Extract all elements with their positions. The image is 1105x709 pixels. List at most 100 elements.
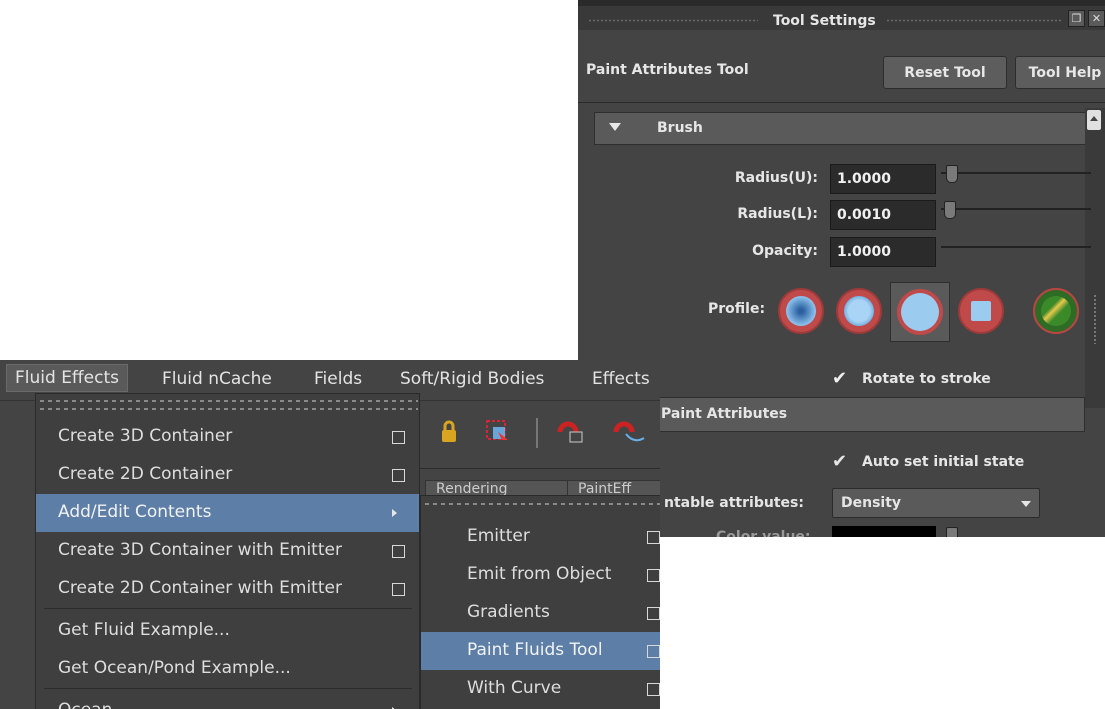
menu-item-get-ocean-pond-example[interactable]: Get Ocean/Pond Example... (36, 650, 419, 688)
menu-item-label: Emitter (467, 526, 530, 546)
option-box-icon[interactable] (647, 607, 660, 620)
reset-tool-button[interactable]: Reset Tool (883, 56, 1007, 89)
color-slider-thumb[interactable] (946, 527, 958, 537)
menu-soft-rigid-bodies[interactable]: Soft/Rigid Bodies (400, 369, 544, 389)
image-brush-icon (1041, 296, 1071, 326)
add-edit-contents-submenu: Emitter Emit from Object Gradients Paint… (420, 495, 660, 709)
radius-u-field[interactable]: 1.0000 (830, 164, 936, 194)
solid-brush-icon (901, 293, 939, 331)
brush-section-header[interactable]: Brush (594, 112, 1089, 145)
tearoff-line[interactable] (40, 400, 418, 402)
opacity-label: Opacity: (752, 243, 818, 259)
collapse-triangle-icon[interactable] (609, 123, 621, 131)
menu-item-label: Create 3D Container (58, 426, 233, 446)
auto-set-initial-state-label: Auto set initial state (862, 454, 1025, 470)
close-icon[interactable]: ✕ (1088, 10, 1105, 27)
profile-solid-button-selected[interactable] (890, 282, 950, 342)
brush-section-label: Brush (657, 120, 703, 136)
opacity-field[interactable]: 1.0000 (830, 237, 936, 267)
option-box-icon[interactable] (647, 531, 660, 544)
menu-item-create-3d-container-with-emitter[interactable]: Create 3D Container with Emitter (36, 532, 419, 570)
radius-l-field[interactable]: 0.0010 (830, 200, 936, 230)
radius-l-label: Radius(L): (737, 206, 818, 222)
radius-u-slider-thumb[interactable] (946, 165, 958, 183)
lock-icon[interactable] (436, 418, 462, 444)
menu-item-create-2d-container-with-emitter[interactable]: Create 2D Container with Emitter (36, 570, 419, 608)
menu-item-label: With Curve (467, 678, 562, 698)
menu-effects[interactable]: Effects (592, 369, 650, 389)
menu-separator (44, 608, 412, 609)
paintable-attributes-label: ntable attributes: (664, 495, 804, 511)
menu-item-label: Get Fluid Example... (58, 620, 230, 640)
tool-settings-title: Tool Settings (773, 13, 876, 29)
menu-item-label: Get Ocean/Pond Example... (58, 658, 291, 678)
titlebar-grip-right (886, 19, 1061, 22)
menu-item-label: Create 2D Container (58, 464, 233, 484)
submenu-item-emit-from-object[interactable]: Emit from Object (421, 556, 660, 594)
scroll-up-arrow-icon[interactable] (1087, 110, 1101, 130)
menu-item-label: Create 3D Container with Emitter (58, 540, 342, 560)
toolbar-separator (536, 418, 538, 448)
submenu-item-with-curve[interactable]: With Curve (421, 670, 660, 708)
profile-grip (1093, 294, 1097, 344)
soft-brush-icon (844, 296, 874, 326)
dropdown-arrow-icon (1021, 501, 1031, 507)
option-box-icon[interactable] (392, 431, 405, 444)
menu-item-create-2d-container[interactable]: Create 2D Container (36, 456, 419, 494)
color-swatch[interactable] (832, 526, 936, 537)
profile-image-button[interactable] (1033, 288, 1079, 334)
tool-settings-titlebar[interactable]: Tool Settings ❐ ✕ (578, 0, 1105, 30)
menu-item-create-3d-container[interactable]: Create 3D Container (36, 418, 419, 456)
color-value-label: Color value: (716, 529, 811, 537)
option-box-icon[interactable] (647, 645, 660, 658)
option-box-icon[interactable] (392, 469, 405, 482)
option-box-icon[interactable] (647, 569, 660, 582)
fluid-effects-menu-window: Fluid Effects Fluid nCache Fields Soft/R… (0, 360, 660, 709)
radius-l-slider[interactable] (941, 208, 1091, 210)
tool-name-label: Paint Attributes Tool (586, 62, 749, 78)
submenu-arrow-icon (392, 509, 397, 517)
option-box-icon[interactable] (392, 583, 405, 596)
paintable-attributes-dropdown[interactable]: Density (832, 488, 1040, 518)
menu-item-ocean[interactable]: Ocean (36, 692, 419, 709)
menu-fields[interactable]: Fields (314, 369, 362, 389)
toolbar-divider (420, 468, 660, 469)
titlebar-grip-left (588, 19, 758, 22)
menu-item-label: Emit from Object (467, 564, 612, 584)
auto-set-initial-state-checkbox[interactable]: ✔ (832, 451, 847, 472)
menu-item-label: Create 2D Container with Emitter (58, 578, 342, 598)
profile-soft-button[interactable] (836, 288, 882, 334)
fluid-effects-dropdown: Create 3D Container Create 2D Container … (35, 393, 420, 709)
submenu-item-gradients[interactable]: Gradients (421, 594, 660, 632)
menu-separator-2 (44, 688, 412, 689)
menu-fluid-effects[interactable]: Fluid Effects (6, 364, 128, 392)
snap-curve-icon[interactable] (612, 418, 645, 444)
menu-item-label: Gradients (467, 602, 550, 622)
select-region-icon[interactable] (484, 418, 510, 444)
rotate-to-stroke-label: Rotate to stroke (862, 371, 991, 387)
menu-item-label: Ocean (58, 700, 112, 709)
profile-gaussian-button[interactable] (778, 288, 824, 334)
menu-item-get-fluid-example[interactable]: Get Fluid Example... (36, 612, 419, 650)
rotate-to-stroke-checkbox[interactable]: ✔ (832, 368, 847, 389)
option-box-icon[interactable] (647, 683, 660, 696)
scrollbar[interactable] (1085, 108, 1105, 408)
paint-attributes-label: Paint Attributes (661, 406, 788, 422)
submenu-item-paint-fluids-tool[interactable]: Paint Fluids Tool (421, 632, 660, 670)
radius-l-slider-thumb[interactable] (944, 201, 956, 219)
radius-u-label: Radius(U): (734, 170, 818, 186)
header-divider (578, 102, 1105, 103)
option-box-icon[interactable] (392, 545, 405, 558)
tool-help-button[interactable]: Tool Help (1015, 56, 1105, 89)
menu-item-add-edit-contents[interactable]: Add/Edit Contents (36, 494, 419, 532)
profile-square-button[interactable] (958, 288, 1004, 334)
opacity-slider[interactable] (941, 246, 1091, 248)
snap-grid-icon[interactable] (556, 418, 583, 444)
float-window-icon[interactable]: ❐ (1068, 10, 1085, 27)
submenu-item-emitter[interactable]: Emitter (421, 518, 660, 556)
profile-label: Profile: (708, 301, 766, 317)
submenu-tearoff-line[interactable] (425, 503, 660, 505)
tearoff-line-2[interactable] (40, 408, 418, 410)
menu-fluid-ncache[interactable]: Fluid nCache (162, 369, 272, 389)
radius-u-slider[interactable] (941, 172, 1091, 174)
